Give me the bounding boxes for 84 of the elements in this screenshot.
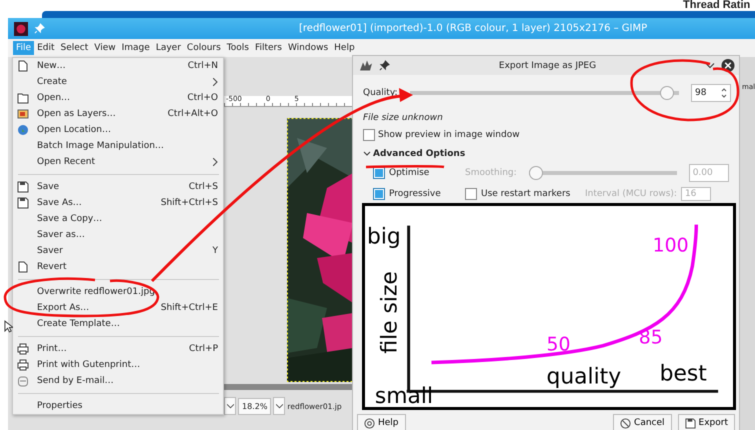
menu-item[interactable]: Overwrite redflower01.jpg <box>13 284 223 300</box>
menu-bar-item[interactable]: Edit <box>34 41 58 55</box>
slider-thumb[interactable] <box>660 86 674 100</box>
axis-label: file size <box>378 271 403 354</box>
menu-item[interactable]: Save Ctrl+S <box>13 179 223 195</box>
menu-item[interactable]: Open Location… <box>13 122 223 138</box>
dialog-button[interactable]: Cancel <box>613 414 672 430</box>
checkbox-label: Show preview in image window <box>378 130 520 140</box>
image-icon <box>17 108 29 120</box>
smoothing-label: Smoothing: <box>465 168 517 178</box>
menu-bar-item[interactable]: Layer <box>152 41 184 55</box>
lifebuoy-icon <box>364 418 375 428</box>
menu-bar-item[interactable]: Filters <box>252 41 285 55</box>
close-icon[interactable] <box>721 59 735 72</box>
checkbox[interactable] <box>363 129 375 141</box>
caret-icon <box>276 404 283 408</box>
flower-icon <box>14 22 28 36</box>
interval-label: Interval (MCU rows): <box>585 189 677 199</box>
menu-item[interactable]: Save As… Shift+Ctrl+S <box>13 195 223 211</box>
menu-item[interactable]: Batch Image Manipulation… <box>13 138 223 154</box>
chevron-down-icon[interactable] <box>705 62 715 69</box>
axis-label: small <box>374 384 434 407</box>
mouse-pointer-icon <box>4 320 13 333</box>
menu-item[interactable]: Saver as… <box>13 227 223 243</box>
floppy-icon <box>17 181 29 193</box>
cancel-icon <box>620 418 632 428</box>
menu-bar-item[interactable]: Windows <box>284 41 332 55</box>
menu-item[interactable]: Print with Gutenprint… <box>13 357 223 373</box>
folder-icon <box>17 92 29 104</box>
scroll-bar[interactable] <box>224 384 352 390</box>
document-icon <box>17 60 29 72</box>
dialog-title: Export Image as JPEG <box>498 60 598 70</box>
menu-bar-item[interactable]: Help <box>331 41 358 55</box>
floppy-icon <box>17 197 29 209</box>
checkbox[interactable] <box>373 167 385 179</box>
unit-dropdown[interactable] <box>224 397 236 415</box>
pin-icon[interactable] <box>379 60 390 71</box>
caret-icon <box>226 404 234 408</box>
dialog-button[interactable]: Export <box>678 414 735 430</box>
menu-item[interactable]: Revert <box>13 259 223 275</box>
chevron-right-icon <box>213 78 218 86</box>
checkbox[interactable] <box>373 188 385 200</box>
menu-item[interactable]: Saver Y <box>13 243 223 259</box>
menu-item[interactable]: Properties <box>13 398 223 414</box>
menu-item[interactable]: Open… Ctrl+O <box>13 90 223 106</box>
menu-item[interactable]: Export As… Shift+Ctrl+E <box>13 300 223 316</box>
menu-bar-item[interactable]: Select <box>58 41 92 55</box>
axis-label: big <box>366 224 401 250</box>
floppy-icon <box>684 418 696 428</box>
checkbox-label: Use restart markers <box>481 189 572 199</box>
menu-bar-item[interactable]: View <box>91 41 119 55</box>
menu-item[interactable]: New… Ctrl+N <box>13 58 223 74</box>
printer-icon <box>17 359 29 371</box>
zoom-field[interactable]: 18.2% <box>238 398 272 414</box>
menu-item[interactable]: Create Template… <box>13 316 223 332</box>
document-icon <box>17 261 29 273</box>
file-size-text: File size unknown <box>363 113 444 123</box>
menu-item[interactable]: Save a Copy… <box>13 211 223 227</box>
quality-spinbox[interactable]: 98 <box>691 84 731 102</box>
menu-bar-item[interactable]: Image <box>118 41 153 55</box>
menu-bar-item[interactable]: Tools <box>224 41 252 55</box>
advanced-options-expander[interactable]: Advanced Options <box>363 149 731 159</box>
spin-arrows-icon <box>721 87 727 99</box>
globe-icon <box>17 124 29 136</box>
axis-label: quality <box>546 364 622 390</box>
axis-label: best <box>660 361 707 386</box>
menu-bar-item[interactable]: Colours <box>184 41 224 55</box>
menu-item[interactable]: Create <box>13 74 223 90</box>
page-heading: Thread Ratin <box>683 0 750 11</box>
printer-icon <box>17 343 29 355</box>
checkbox-label: Optimise <box>389 168 430 178</box>
checkbox-label: Progressive <box>389 189 442 199</box>
zoom-dropdown[interactable] <box>273 397 286 415</box>
dialog-button[interactable]: Help <box>357 414 406 430</box>
window-title: [redflower01] (imported)-1.0 (RGB colour, 1 layer) 2105x2176 – GIMP <box>299 23 648 34</box>
chevron-right-icon <box>213 158 218 166</box>
menu-item[interactable]: Send by E-mail… <box>13 373 223 389</box>
point-label: 100 <box>652 235 689 256</box>
checkbox[interactable] <box>465 188 477 200</box>
menu-item[interactable]: Print… Ctrl+P <box>13 341 223 357</box>
point-label: 50 <box>546 334 570 356</box>
menu-item[interactable]: Open Recent <box>13 154 223 170</box>
quality-label: Quality: <box>363 88 398 98</box>
menu-item[interactable]: Open as Layers… Ctrl+Alt+O <box>13 106 223 122</box>
